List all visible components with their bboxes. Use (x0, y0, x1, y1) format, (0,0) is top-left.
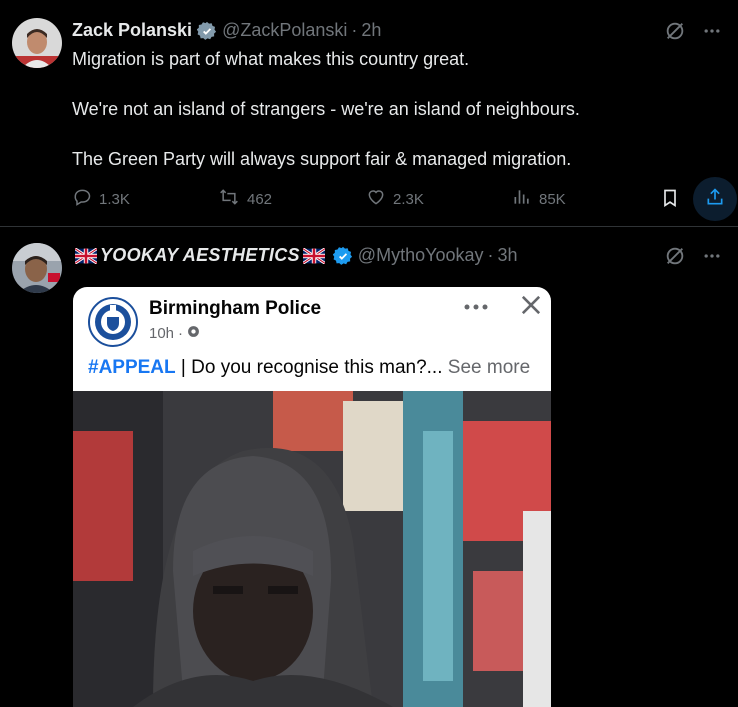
tweet-time[interactable]: 2h (361, 20, 381, 41)
more-icon (463, 299, 489, 317)
tweet-line: The Green Party will always support fair… (72, 149, 572, 169)
share-icon (705, 187, 725, 212)
uk-flag-icon (302, 247, 325, 264)
embedded-screenshot[interactable]: Birmingham Police 10h · #APPEAL | Do you… (73, 287, 551, 707)
post-time: 10h (149, 325, 175, 342)
tweet-header: Zack Polanski @ZackPolanski · 2h (72, 20, 381, 41)
tweet-top-icons (664, 20, 722, 47)
tweet-top-icons (664, 245, 722, 272)
uk-flag-icon (75, 247, 97, 264)
author-handle[interactable]: @ZackPolanski (222, 20, 347, 41)
tweet-text: Migration is part of what makes this cou… (72, 47, 712, 197)
like-button[interactable]: 2.3K (366, 187, 424, 211)
see-more-link: See more (442, 357, 531, 378)
author-name[interactable]: YOOKAY AESTHETICS (100, 245, 300, 266)
post-meta: 10h · (149, 325, 200, 342)
tweet-zack-polanski[interactable]: Zack Polanski @ZackPolanski · 2h Migrati… (0, 0, 738, 227)
tweet-line: We're not an island of strangers - we're… (72, 99, 580, 119)
globe-icon (187, 325, 200, 342)
hashtag: #APPEAL (88, 357, 176, 378)
reply-icon (72, 187, 92, 211)
tweet-yookay-aesthetics[interactable]: YOOKAY AESTHETICS @MythoYookay · 3h Birm… (0, 227, 738, 707)
separator-dot: · (351, 20, 358, 40)
bookmark-icon (660, 187, 680, 213)
repost-button[interactable]: 462 (218, 187, 272, 211)
more-icon[interactable] (702, 246, 722, 271)
text-separator: | (175, 357, 192, 378)
share-button[interactable] (693, 177, 737, 221)
separator-dot: · (487, 245, 494, 265)
bookmark-button[interactable] (660, 187, 680, 213)
close-icon (517, 291, 545, 324)
verified-badge-icon (197, 21, 217, 41)
cctv-photo (73, 391, 551, 707)
avatar[interactable] (12, 243, 62, 293)
reply-count: 1.3K (99, 190, 130, 208)
tweet-time[interactable]: 3h (497, 245, 517, 266)
post-text: #APPEAL | Do you recognise this man?... … (88, 357, 530, 379)
repost-icon (218, 187, 240, 211)
views-count: 85K (539, 190, 566, 208)
post-body: Do you recognise this man?... (191, 357, 443, 378)
author-name[interactable]: Zack Polanski (72, 20, 192, 41)
like-icon (366, 187, 386, 211)
reply-button[interactable]: 1.3K (72, 187, 130, 211)
tweet-actions: 1.3K 462 2.3K 85K (72, 177, 737, 221)
author-handle[interactable]: @MythoYookay (358, 245, 484, 266)
verified-badge-icon (332, 246, 353, 266)
views-button[interactable]: 85K (512, 187, 566, 211)
more-icon[interactable] (702, 21, 722, 46)
grok-icon[interactable] (664, 245, 686, 272)
views-icon (512, 187, 532, 211)
avatar[interactable] (12, 18, 62, 68)
repost-count: 462 (247, 190, 273, 208)
grok-icon[interactable] (664, 20, 686, 47)
tweet-line: Migration is part of what makes this cou… (72, 49, 470, 69)
tweet-header: YOOKAY AESTHETICS @MythoYookay · 3h (72, 245, 518, 266)
page-name: Birmingham Police (149, 298, 322, 319)
like-count: 2.3K (393, 190, 424, 208)
police-logo (88, 297, 138, 347)
separator-dot: · (178, 325, 184, 342)
